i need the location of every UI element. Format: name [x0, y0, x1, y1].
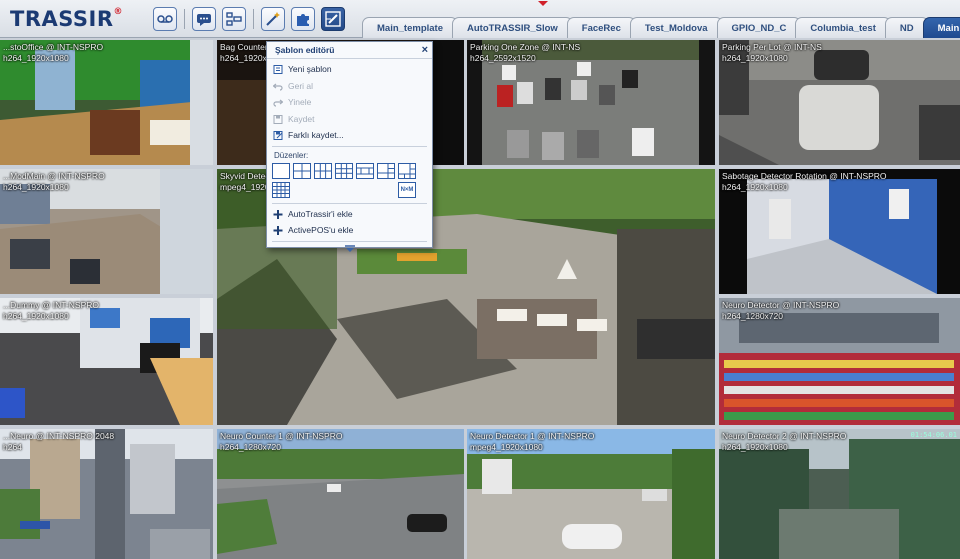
trassir-client: TRASSIR® Main_template AutoTRASSIR_Slow Fa… [0, 0, 960, 559]
camera-info: h264_1920x1080 [3, 53, 69, 63]
editor-title: Şablon editörü × [267, 42, 432, 59]
notification-marker [538, 1, 548, 6]
camera-timestamp: 01:54:06.01 [910, 431, 957, 439]
toolbar-separator [253, 9, 254, 29]
redo-button[interactable]: Yinele [267, 94, 432, 111]
camera-tile[interactable]: ...Dummy @ INT-NSPRO h264_1920x1080 [0, 298, 213, 425]
camera-tile[interactable]: Neuro Counter 1 @ INT-NSPRO h264_1280x72… [217, 429, 464, 559]
layout-1plus12[interactable] [398, 162, 416, 179]
camera-tile[interactable]: ...ModMain @ INT-NSPRO h264_1920x1080 [0, 169, 213, 294]
camera-info: h264_1920x1080 [3, 311, 69, 321]
undo-button[interactable]: Geri al [267, 78, 432, 95]
camera-tile[interactable]: Parking One Zone @ INT-NS h264_2592x1520 [467, 40, 715, 165]
new-template-button[interactable]: Yeni şablon [267, 61, 432, 78]
undo-icon [273, 83, 283, 91]
save-icon [273, 114, 283, 124]
tab-test-moldova[interactable]: Test_Moldova [629, 17, 723, 38]
template-edit-icon[interactable] [321, 7, 345, 31]
camera-tile[interactable]: ...Neuro @ INT-NSPRO 2048 h264 [0, 429, 213, 559]
plus-icon [273, 226, 283, 235]
camera-tile[interactable]: Neuro Detector 2 @ INT-NSPRO h264_1920x1… [719, 429, 960, 559]
camera-tile[interactable]: Parking Per Lot @ INT-NS h264_1920x1080 [719, 40, 960, 165]
toolbar-separator [184, 9, 185, 29]
redo-icon [273, 99, 283, 107]
top-bar: TRASSIR® Main_template AutoTRASSIR_Slow Fa… [0, 0, 960, 38]
camera-info: h264_1280x720 [722, 311, 783, 321]
magic-wand-icon[interactable] [261, 7, 285, 31]
layout-1x1[interactable] [272, 162, 290, 179]
camera-tile[interactable]: Neuro Detector @ INT-NSPRO h264_1280x720 [719, 298, 960, 425]
camera-label: Bag Counter [220, 42, 268, 52]
tab-main-template[interactable]: Main_template [362, 17, 458, 38]
divider [272, 202, 427, 204]
camera-label: Neuro Detector 2 @ INT-NSPRO [722, 431, 847, 441]
camera-label: Neuro Counter 1 @ INT-NSPRO [220, 431, 343, 441]
camera-video-street-top [0, 429, 213, 559]
tab-columbia-test[interactable]: Columbia_test [795, 17, 891, 38]
camera-tile[interactable]: Sabotage Detector Rotation @ INT-NSPRO h… [719, 169, 960, 294]
layout-4x4[interactable] [272, 181, 290, 198]
camera-info: h264_1280x720 [220, 442, 281, 452]
layout-3x3[interactable] [335, 162, 353, 179]
divider [272, 145, 427, 147]
camera-label: Sabotage Detector Rotation @ INT-NSPRO [722, 171, 887, 181]
tab-facerec[interactable]: FaceRec [566, 17, 636, 38]
camera-label: Parking One Zone @ INT-NS [470, 42, 581, 52]
layout-3x2[interactable] [314, 162, 332, 179]
camera-label: ...ModMain @ INT-NSPRO [3, 171, 105, 181]
layout-2x2[interactable] [293, 162, 311, 179]
puzzle-icon[interactable] [291, 7, 315, 31]
camera-info: h264_1920x1080 [722, 53, 788, 63]
camera-label: Parking Per Lot @ INT-NS [722, 42, 822, 52]
add-autotrassir-button[interactable]: AutoTrassir'i ekle [267, 206, 432, 223]
camera-tile[interactable]: ...stoOffice @ INT-NSPRO h264_1920x1080 [0, 40, 213, 165]
camera-label: ...stoOffice @ INT-NSPRO [3, 42, 104, 52]
close-icon[interactable]: × [422, 42, 428, 59]
layout-custom-nxm[interactable]: N×M [398, 181, 416, 198]
save-as-icon [273, 131, 283, 140]
camera-label: ...Neuro @ INT-NSPRO 2048 [3, 431, 115, 441]
tape-icon[interactable] [153, 7, 177, 31]
plus-icon [273, 209, 283, 219]
layouts-label: Düzenler: [274, 150, 309, 160]
divider [272, 240, 427, 242]
chat-icon[interactable] [192, 7, 216, 31]
camera-tile[interactable]: Neuro Detector 1 @ INT-NSPRO mpeg4_1920x… [467, 429, 715, 559]
camera-label: ...Dummy @ INT-NSPRO [3, 300, 99, 310]
layout-editor-icon[interactable] [222, 7, 246, 31]
expand-down-icon[interactable] [267, 244, 432, 255]
camera-label: Neuro Detector @ INT-NSPRO [722, 300, 840, 310]
camera-info: h264_1920x1080 [722, 182, 788, 192]
template-editor-panel: Şablon editörü × Yeni şablon Geri al Yin… [266, 41, 433, 252]
new-template-icon [273, 65, 283, 74]
camera-info: mpeg4_1920x1080 [470, 442, 543, 452]
tab-main[interactable]: Main [922, 17, 960, 38]
tab-autotrassir-slow[interactable]: AutoTRASSIR_Slow [452, 17, 573, 38]
camera-info: h264 [3, 442, 22, 452]
tab-gpio-nd-c[interactable]: GPIO_ND_C [716, 17, 802, 38]
camera-info: h264_2592x1520 [470, 53, 536, 63]
save-as-button[interactable]: Farklı kaydet... [267, 127, 432, 144]
template-tabs: Main_template AutoTRASSIR_Slow FaceRec Test… [362, 17, 960, 38]
camera-info: h264_1920x1080 [722, 442, 788, 452]
trassir-logo: TRASSIR® [10, 7, 124, 31]
layout-1plus7[interactable] [377, 162, 395, 179]
camera-info: h264_1920x1080 [3, 182, 69, 192]
save-button[interactable]: Kaydet [267, 111, 432, 128]
camera-label: Neuro Detector 1 @ INT-NSPRO [470, 431, 595, 441]
add-activepos-button[interactable]: ActivePOS'u ekle [267, 222, 432, 239]
layout-1plus5[interactable] [356, 162, 374, 179]
layout-grid: N×M [267, 162, 432, 199]
